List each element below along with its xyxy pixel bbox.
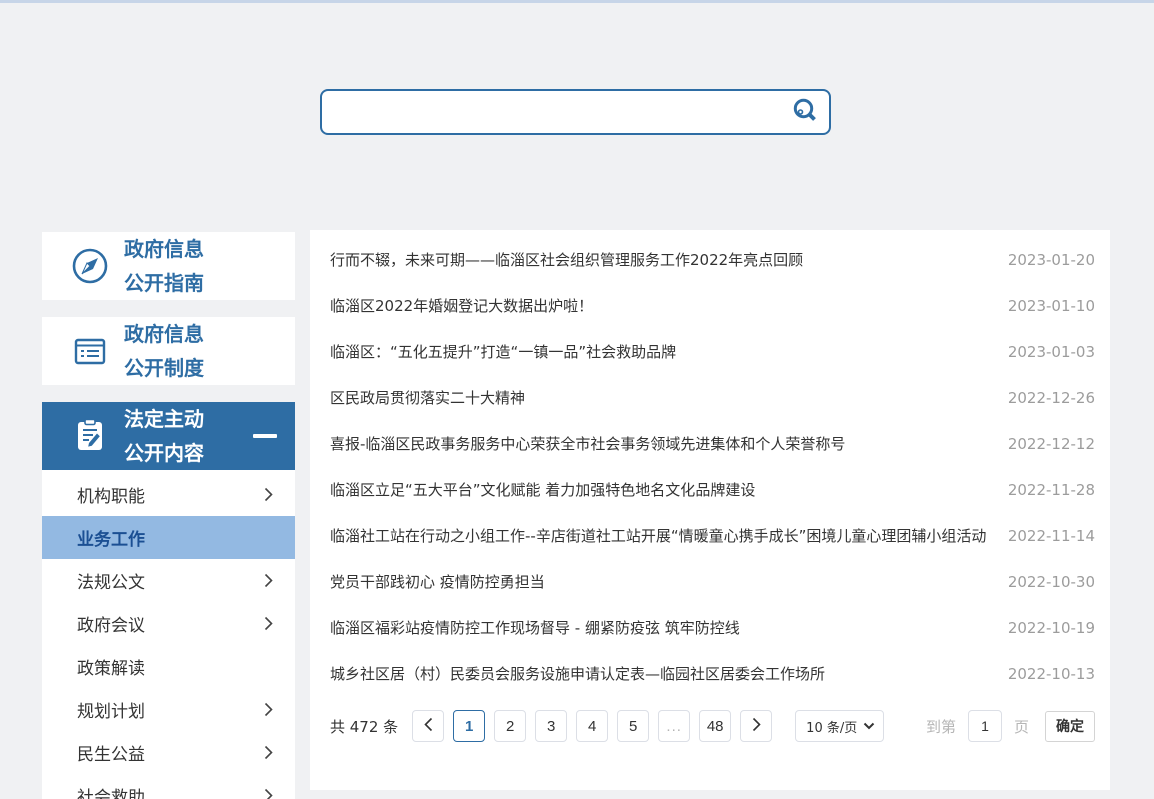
article-list-panel: 行而不辍，未来可期——临淄区社会组织管理服务工作2022年亮点回顾 2023-0…	[310, 230, 1110, 790]
article-link[interactable]: 临淄社工站在行动之小组工作--辛店街道社工站开展“情暖童心携手成长”困境儿童心理…	[330, 513, 986, 559]
top-accent-band	[0, 0, 1154, 3]
chevron-right-icon	[752, 717, 761, 736]
page-button-1[interactable]: 1	[453, 710, 486, 742]
confirm-button[interactable]: 确定	[1045, 710, 1095, 742]
goto-suffix-label: 页	[1013, 717, 1029, 736]
list-item: 城乡社区居（村）民委员会服务设施申请认定表—临园社区居委会工作场所 2022-1…	[330, 651, 1095, 697]
article-link[interactable]: 临淄区：“五化五提升”打造“一镇一品”社会救助品牌	[330, 329, 676, 375]
article-date: 2022-10-30	[1007, 573, 1095, 591]
chevron-right-icon	[264, 702, 273, 717]
goto-prefix-label: 到第	[925, 717, 956, 736]
search-bar	[320, 89, 831, 135]
chevron-right-icon	[264, 745, 273, 760]
article-date: 2022-11-14	[1007, 527, 1095, 545]
list-item: 党员干部践初心 疫情防控勇担当 2022-10-30	[330, 559, 1095, 605]
sidebar: 政府信息 公开指南 政府信息 公开制度 法定主动 公开内容 机构职能 业务工作 …	[42, 232, 295, 799]
list-item: 临淄区：“五化五提升”打造“一镇一品”社会救助品牌 2023-01-03	[330, 329, 1095, 375]
article-date: 2022-12-12	[1007, 435, 1095, 453]
chevron-right-icon	[264, 788, 273, 799]
menu-item-label: 法规公文	[77, 573, 145, 593]
article-date: 2022-11-28	[1007, 481, 1095, 499]
label-line2: 公开指南	[124, 271, 204, 295]
menu-item-label: 社会救助	[77, 788, 145, 799]
list-item: 区民政局贯彻落实二十大精神 2022-12-26	[330, 375, 1095, 421]
article-date: 2022-10-19	[1007, 619, 1095, 637]
search-input[interactable]	[320, 89, 831, 135]
sidebar-item-regulations[interactable]: 法规公文	[42, 559, 295, 602]
menu-item-label: 政策解读	[77, 659, 145, 679]
article-link[interactable]: 行而不辍，未来可期——临淄区社会组织管理服务工作2022年亮点回顾	[330, 237, 803, 283]
sidebar-submenu: 机构职能 业务工作 法规公文 政府会议 政策解读 规划计划 民生公益 社会救助	[42, 470, 295, 799]
article-link[interactable]: 喜报-临淄区民政事务服务中心荣获全市社会事务领域先进集体和个人荣誉称号	[330, 421, 845, 467]
article-link[interactable]: 区民政局贯彻落实二十大精神	[330, 375, 525, 421]
menu-item-label: 民生公益	[77, 745, 145, 765]
article-date: 2022-10-13	[1007, 665, 1095, 683]
label-line2: 公开制度	[124, 356, 204, 380]
chevron-right-icon	[264, 616, 273, 631]
next-page-button[interactable]	[740, 710, 773, 742]
article-link[interactable]: 党员干部践初心 疫情防控勇担当	[330, 559, 545, 605]
page-size-select[interactable]: 10 条/页	[795, 710, 885, 742]
page-button-5[interactable]: 5	[617, 710, 650, 742]
list-item: 临淄区立足“五大平台”文化赋能 着力加强特色地名文化品牌建设 2022-11-2…	[330, 467, 1095, 513]
document-icon	[70, 331, 110, 371]
article-date: 2023-01-10	[1007, 297, 1095, 315]
page-ellipsis-button[interactable]: ...	[658, 710, 691, 742]
page-button-48[interactable]: 48	[699, 710, 732, 742]
list-item: 临淄区福彩站疫情防控工作现场督导 - 绷紧防疫弦 筑牢防控线 2022-10-1…	[330, 605, 1095, 651]
page-button-4[interactable]: 4	[576, 710, 609, 742]
sidebar-item-social-assistance[interactable]: 社会救助	[42, 774, 295, 799]
article-link[interactable]: 临淄区立足“五大平台”文化赋能 着力加强特色地名文化品牌建设	[330, 467, 755, 513]
article-link[interactable]: 城乡社区居（村）民委员会服务设施申请认定表—临园社区居委会工作场所	[330, 651, 825, 697]
page: 政府信息 公开指南 政府信息 公开制度 法定主动 公开内容 机构职能 业务工作 …	[0, 0, 1154, 799]
chevron-right-icon	[264, 573, 273, 588]
sidebar-item-gov-meetings[interactable]: 政府会议	[42, 602, 295, 645]
sidebar-item-gov-info-system[interactable]: 政府信息 公开制度	[42, 317, 295, 385]
sidebar-item-planning[interactable]: 规划计划	[42, 688, 295, 731]
search-button[interactable]	[785, 93, 825, 131]
sidebar-item-label: 政府信息 公开制度	[124, 317, 204, 385]
sidebar-item-gov-info-guide[interactable]: 政府信息 公开指南	[42, 232, 295, 300]
label-line1: 政府信息	[124, 237, 204, 261]
list-item: 临淄区2022年婚姻登记大数据出炉啦！ 2023-01-10	[330, 283, 1095, 329]
pagination: 共 472 条 1 2 3 4 5 ... 48 10 条/页 到第 页 确定	[330, 705, 1095, 747]
label-line1: 政府信息	[124, 322, 204, 346]
list-item: 行而不辍，未来可期——临淄区社会组织管理服务工作2022年亮点回顾 2023-0…	[330, 237, 1095, 283]
clipboard-pen-icon	[70, 416, 110, 456]
sidebar-item-statutory-disclosure[interactable]: 法定主动 公开内容	[42, 402, 295, 470]
article-link[interactable]: 临淄区福彩站疫情防控工作现场督导 - 绷紧防疫弦 筑牢防控线	[330, 605, 740, 651]
sidebar-item-public-welfare[interactable]: 民生公益	[42, 731, 295, 774]
article-date: 2023-01-20	[1007, 251, 1095, 269]
magnifier-icon	[790, 96, 820, 129]
menu-item-label: 机构职能	[77, 487, 145, 507]
goto-page-input[interactable]	[967, 710, 1002, 742]
goto-page-group: 到第 页 确定	[926, 710, 1095, 742]
label-line2: 公开内容	[124, 441, 204, 465]
total-count: 共 472 条	[330, 717, 399, 736]
sidebar-item-policy-interpretation[interactable]: 政策解读	[42, 645, 295, 688]
chevron-down-icon	[857, 719, 875, 734]
minus-icon[interactable]	[253, 434, 277, 438]
article-date: 2022-12-26	[1007, 389, 1095, 407]
page-size-label: 10 条/页	[806, 720, 858, 736]
menu-item-label: 政府会议	[77, 616, 145, 636]
compass-icon	[70, 246, 110, 286]
label-line1: 法定主动	[124, 407, 204, 431]
page-button-3[interactable]: 3	[535, 710, 568, 742]
sidebar-item-agency-functions[interactable]: 机构职能	[42, 473, 295, 516]
prev-page-button[interactable]	[412, 710, 445, 742]
menu-item-label: 业务工作	[77, 530, 145, 550]
page-button-2[interactable]: 2	[494, 710, 527, 742]
chevron-left-icon	[424, 717, 433, 736]
menu-item-label: 规划计划	[77, 702, 145, 722]
article-link[interactable]: 临淄区2022年婚姻登记大数据出炉啦！	[330, 283, 593, 329]
sidebar-item-label: 法定主动 公开内容	[124, 402, 204, 470]
chevron-right-icon	[264, 487, 273, 502]
sidebar-item-business-work[interactable]: 业务工作	[42, 516, 295, 559]
article-date: 2023-01-03	[1007, 343, 1095, 361]
list-item: 临淄社工站在行动之小组工作--辛店街道社工站开展“情暖童心携手成长”困境儿童心理…	[330, 513, 1095, 559]
list-item: 喜报-临淄区民政事务服务中心荣获全市社会事务领域先进集体和个人荣誉称号 2022…	[330, 421, 1095, 467]
sidebar-item-label: 政府信息 公开指南	[124, 232, 204, 300]
